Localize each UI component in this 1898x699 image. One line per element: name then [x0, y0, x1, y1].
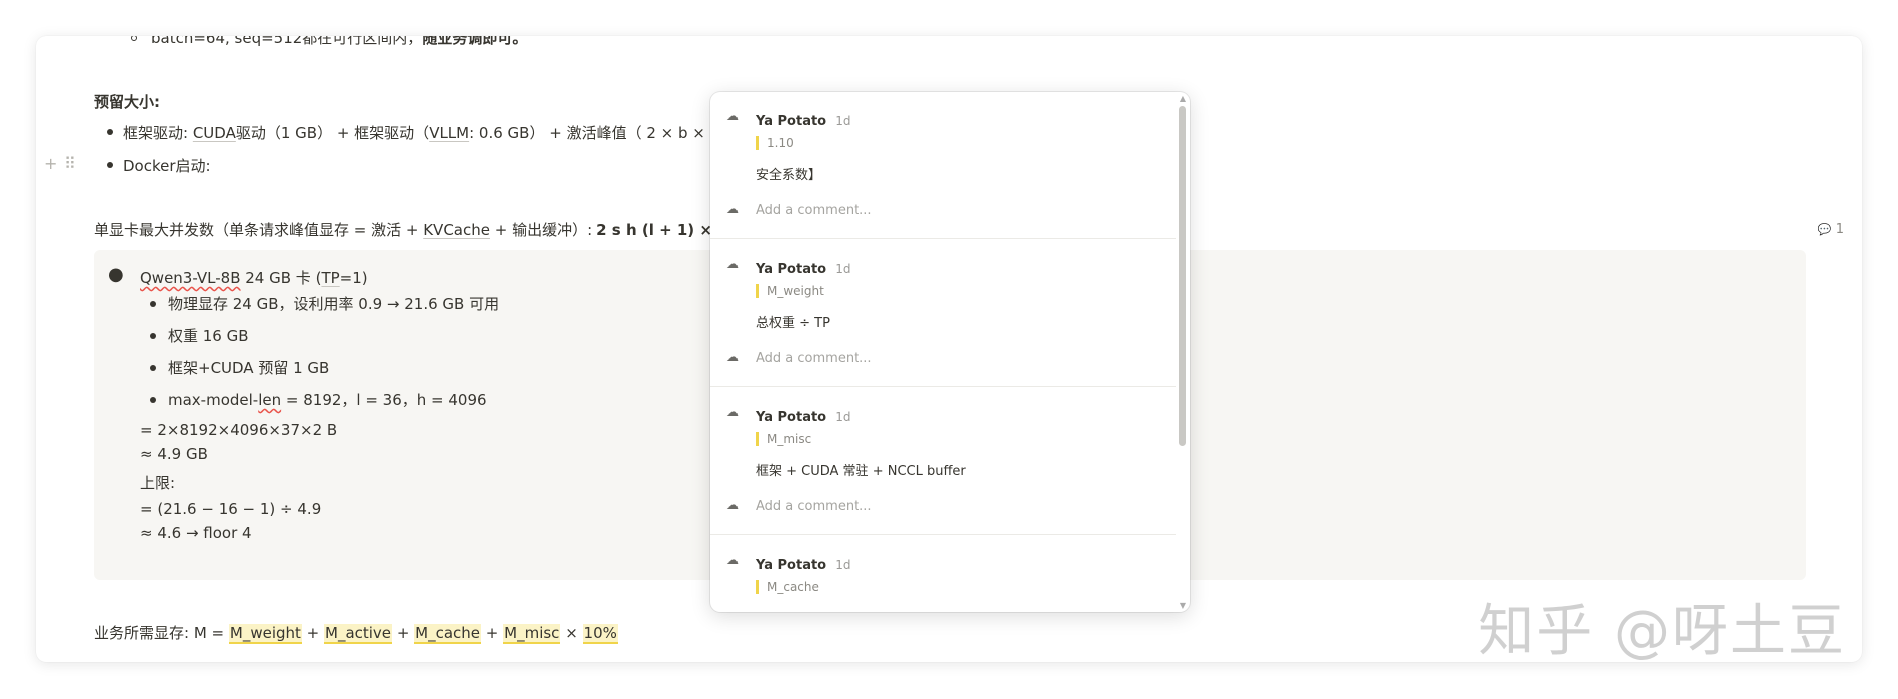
avatar-icon: ☁: [726, 109, 739, 124]
callout-item-3: 框架+CUDA 预留 1 GB: [168, 359, 330, 377]
scroll-down-arrow[interactable]: ▼: [1180, 601, 1186, 610]
comment-text: 框架 + CUDA 常驻 + NCCL buffer: [756, 464, 966, 479]
comments-popup[interactable]: ▲ ▼ ☁ Ya Potato 1d 1.10 安全系数】 ☁ Add a co…: [710, 92, 1190, 612]
scroll-up-arrow[interactable]: ▲: [1180, 94, 1186, 103]
comment-icon: 💬: [1817, 223, 1832, 236]
sub-bullet-marker: [131, 36, 137, 41]
memory-formula: 业务所需显存: M = M_weight + M_active + M_cach…: [94, 624, 618, 644]
watermark: 知乎 @呀土豆: [1478, 599, 1846, 664]
comment-thread: ☁ Ya Potato 1d 1.10 安全系数】 ☁ Add a commen…: [710, 92, 1180, 238]
add-comment-input[interactable]: Add a comment...: [756, 499, 872, 514]
avatar-icon: ☁: [726, 498, 739, 513]
bullet-marker: [107, 129, 113, 135]
add-block-icon[interactable]: +: [44, 154, 57, 173]
highlight-percent[interactable]: 10%: [582, 624, 618, 644]
comment-thread: ☁ Ya Potato 1d M_cache: [710, 536, 1180, 612]
avatar-icon: ☁: [726, 257, 739, 272]
highlight-m-misc[interactable]: M_misc: [503, 624, 561, 644]
comment-quote: M_weight: [756, 284, 824, 298]
comment-text: 总权重 ÷ TP: [756, 316, 830, 331]
comment-thread: ☁ Ya Potato 1d M_weight 总权重 ÷ TP ☁ Add a…: [710, 240, 1180, 386]
comment-header: Ya Potato 1d: [756, 410, 851, 425]
add-comment-input[interactable]: Add a comment...: [756, 203, 872, 218]
comment-header: Ya Potato 1d: [756, 558, 851, 573]
popup-scrollbar[interactable]: [1179, 106, 1186, 446]
add-comment-input[interactable]: Add a comment...: [756, 351, 872, 366]
limit-label: 上限:: [140, 474, 176, 492]
comment-header: Ya Potato 1d: [756, 114, 851, 129]
highlight-m-cache[interactable]: M_cache: [414, 624, 482, 644]
callout-icon: ●: [108, 264, 124, 285]
bullet-marker: [107, 162, 113, 168]
callout-item-4: max-model-len = 8192，l = 36，h = 4096: [168, 391, 487, 409]
reserve-bullet-2: Docker启动:: [123, 157, 211, 175]
thread-divider: [710, 534, 1176, 535]
top-bullet-text: batch=64, seq=512都在可行区间内，随业务调即可。: [151, 36, 528, 47]
comment-thread: ☁ Ya Potato 1d M_misc 框架 + CUDA 常驻 + NCC…: [710, 388, 1180, 534]
reserve-heading: 预留大小:: [94, 93, 160, 111]
reserve-bullet-1: 框架驱动: CUDA驱动（1 GB） + 框架驱动（VLLM: 0.6 GB） …: [123, 124, 718, 142]
comment-quote: M_cache: [756, 580, 819, 594]
bullet-marker: [150, 301, 156, 307]
thread-divider: [710, 238, 1176, 239]
calc-line-2: ≈ 4.9 GB: [140, 445, 208, 463]
thread-divider: [710, 386, 1176, 387]
avatar-icon: ☁: [726, 553, 739, 568]
highlight-m-weight[interactable]: M_weight: [228, 624, 302, 644]
calc-line-4: ≈ 4.6 → floor 4: [140, 524, 252, 542]
comment-text: 安全系数】: [756, 168, 822, 183]
avatar-icon: ☁: [726, 350, 739, 365]
highlight-m-active[interactable]: M_active: [324, 624, 393, 644]
bullet-marker: [150, 397, 156, 403]
bullet-marker: [150, 333, 156, 339]
bullet-marker: [150, 365, 156, 371]
drag-handle-icon[interactable]: ⠿: [64, 154, 76, 173]
comment-quote: 1.10: [756, 136, 794, 150]
comment-count-badge[interactable]: 💬 1: [1818, 222, 1844, 237]
calc-line-1: = 2×8192×4096×37×2 B: [140, 421, 338, 439]
concurrency-line: 单显卡最大并发数（单条请求峰值显存 = 激活 + KVCache + 输出缓冲）…: [94, 221, 728, 239]
avatar-icon: ☁: [726, 405, 739, 420]
callout-title: Qwen3-VL-8B 24 GB 卡 (TP=1): [140, 269, 368, 287]
callout-item-1: 物理显存 24 GB，设利用率 0.9 → 21.6 GB 可用: [168, 295, 500, 313]
comment-header: Ya Potato 1d: [756, 262, 851, 277]
avatar-icon: ☁: [726, 202, 739, 217]
comment-quote: M_misc: [756, 432, 811, 446]
callout-item-2: 权重 16 GB: [168, 327, 249, 345]
calc-line-3: = (21.6 − 16 − 1) ÷ 4.9: [140, 500, 322, 518]
